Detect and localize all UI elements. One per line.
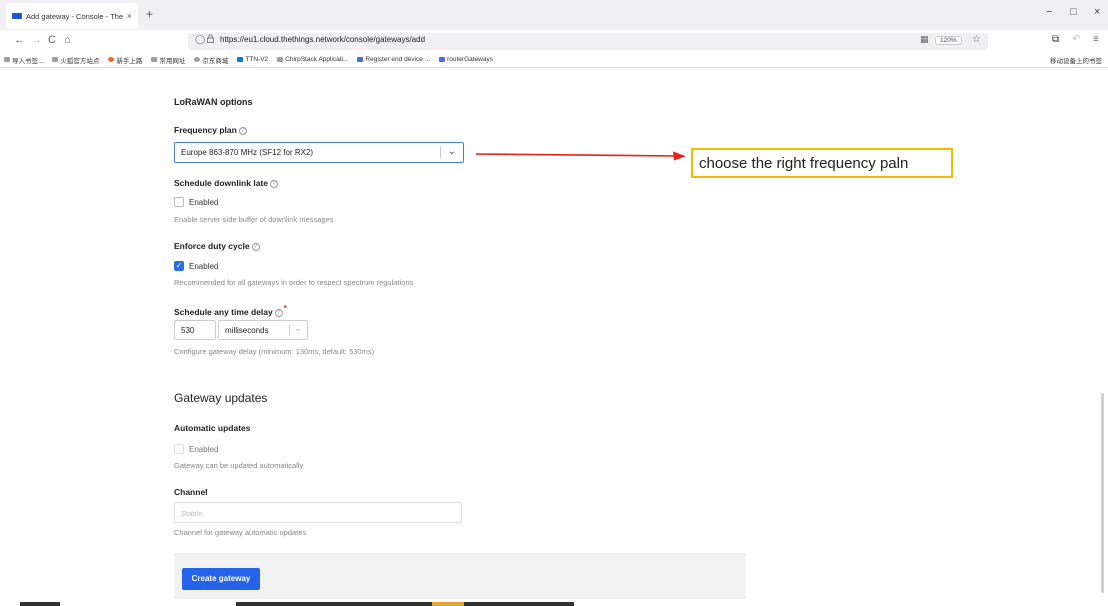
link-icon [277,57,284,62]
create-gateway-button[interactable]: Create gateway [182,568,260,590]
taskbar-strip [0,601,1108,606]
schedule-downlink-late-label: Schedule downlink late? [174,178,278,188]
ttn-icon [439,57,446,62]
folder-icon [151,57,158,62]
chevron-down-icon[interactable]: ⌄ [448,146,456,157]
bookmark-folder-icon [4,57,10,62]
minimize-icon[interactable]: − [1046,6,1052,18]
ttn-icon [237,57,244,62]
bookmark-item[interactable]: 火狐官方站点 [52,55,99,65]
checkbox-label: Enabled [189,261,219,271]
browser-nav-bar: ← → C ⌂ ◯ https://eu1.cloud.thethings.ne… [0,30,1108,52]
delay-value-input[interactable]: 530 [174,320,216,340]
select-divider [289,325,290,336]
frequency-plan-label: Frequency plan? [174,125,247,135]
undo-icon[interactable]: ↶ [1072,34,1080,45]
help-icon[interactable]: ? [238,126,247,135]
schedule-downlink-late-checkbox-row[interactable]: Enabled [174,197,218,207]
lock-icon [207,34,214,45]
forward-icon[interactable]: → [31,34,42,46]
delay-unit-select[interactable]: milliseconds ⌄ [218,320,308,340]
tab-close-icon[interactable]: × [127,11,132,21]
globe-icon [194,57,201,62]
chevron-down-icon[interactable]: ⌄ [294,323,302,334]
select-divider [440,146,441,159]
channel-label: Channel [174,487,208,497]
automatic-updates-checkbox[interactable] [174,444,184,454]
ttn-icon [357,57,364,62]
channel-placeholder: Stable [181,509,203,518]
help-icon[interactable]: ? [270,179,278,188]
checkbox-label: Enabled [189,444,219,454]
folder-icon [52,57,59,62]
tab-title: Add gateway - Console - The [26,11,123,21]
bookmark-item[interactable]: Register end device ... [357,56,430,63]
automatic-updates-checkbox-row[interactable]: Enabled [174,444,218,454]
schedule-any-time-delay-label: Schedule any time delay? * [174,304,287,317]
bookmark-item[interactable]: TTN-V2 [237,56,268,63]
qr-code-icon[interactable]: ▦ [920,34,929,45]
enforce-duty-cycle-label: Enforce duty cycle? [174,241,260,251]
schedule-downlink-late-description: Enable server-side buffer of downlink me… [174,215,334,224]
enforce-duty-cycle-checkbox[interactable]: ✓ [174,261,184,271]
firefox-icon [108,57,115,62]
bookmark-item[interactable]: ChirpStack Applicati... [277,56,348,63]
help-icon[interactable]: ? [274,308,283,317]
channel-description: Channel for gateway automatic updates [174,528,307,537]
checkbox-label: Enabled [189,197,219,207]
lorawan-options-heading: LoRaWAN options [174,97,253,107]
browser-tab-bar: Add gateway - Console - The × + − □ × [0,0,1108,30]
maximize-icon[interactable]: □ [1070,6,1077,18]
ttn-favicon-icon [12,13,22,19]
delay-unit-value: milliseconds [225,326,269,335]
page-content: LoRaWAN options Frequency plan? Europe 8… [0,68,1108,606]
channel-input[interactable]: Stable [174,502,462,523]
zoom-level[interactable]: 120% [935,36,962,45]
bookmarks-bar: 导入书签... 火狐官方站点 新手上路 常用网址 京东商城 TTN-V2 Chi… [0,52,1108,68]
browser-tab[interactable]: Add gateway - Console - The × [6,3,138,29]
new-tab-button[interactable]: + [146,7,153,21]
bookmark-item[interactable]: routerGateways [439,56,493,63]
reload-icon[interactable]: C [48,34,56,46]
annotation-callout: choose the right frequency paln [691,148,953,178]
star-icon[interactable]: ☆ [972,34,981,45]
scrollbar[interactable] [1101,393,1104,593]
taskbar-item[interactable] [20,602,60,606]
taskbar-item[interactable] [432,602,464,606]
bookmark-item[interactable]: 导入书签... [4,55,43,65]
bookmark-item[interactable]: 新手上路 [108,55,142,65]
shield-icon: ◯ [195,34,206,44]
menu-icon[interactable]: ≡ [1093,34,1099,45]
frequency-plan-value: Europe 863-870 MHz (SF12 for RX2) [181,148,314,157]
schedule-any-time-delay-description: Configure gateway delay (minimum: 130ms,… [174,347,375,356]
bookmark-item[interactable]: 京东商城 [194,55,228,65]
automatic-updates-label: Automatic updates [174,423,251,433]
address-bar[interactable]: ◯ https://eu1.cloud.thethings.network/co… [188,33,988,50]
taskbar-item[interactable] [464,602,574,606]
frequency-plan-select[interactable]: Europe 863-870 MHz (SF12 for RX2) ⌄ [174,142,464,163]
mobile-bookmarks[interactable]: 移动设备上的书签 [1050,55,1102,65]
taskbar-item[interactable] [236,602,432,606]
help-icon[interactable]: ? [251,242,260,251]
bookmark-item[interactable]: 常用网址 [151,55,185,65]
extension-icon[interactable]: ⧉ [1052,34,1059,45]
annotation-arrow [475,151,686,161]
form-footer: Create gateway [174,553,746,599]
back-icon[interactable]: ← [14,34,25,46]
gateway-updates-heading: Gateway updates [174,391,268,405]
close-window-icon[interactable]: × [1094,6,1100,18]
enforce-duty-cycle-description: Recommended for all gateways in order to… [174,278,414,287]
automatic-updates-description: Gateway can be updated automatically [174,461,304,470]
schedule-downlink-late-checkbox[interactable] [174,197,184,207]
url-text: https://eu1.cloud.thethings.network/cons… [220,35,426,44]
home-icon[interactable]: ⌂ [64,34,71,46]
required-marker: * [283,304,287,313]
enforce-duty-cycle-checkbox-row[interactable]: ✓ Enabled [174,261,218,271]
